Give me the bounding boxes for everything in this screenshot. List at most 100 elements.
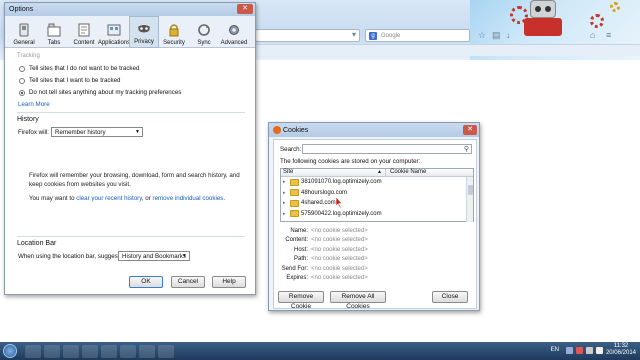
site-row[interactable]: ▸ 48hourslogo.com: [281, 188, 473, 199]
column-cookie-name[interactable]: Cookie Name: [386, 169, 426, 176]
taskbar-app[interactable]: [25, 344, 41, 358]
close-icon[interactable]: ✕: [237, 4, 253, 14]
language-indicator[interactable]: EN: [551, 347, 559, 353]
radio-button[interactable]: [19, 77, 25, 84]
cookies-title: Cookies: [283, 126, 309, 134]
chevron-down-icon: ▼: [135, 129, 140, 135]
location-suggest-value: History and Bookmarks: [122, 252, 186, 260]
detail-row: Send For: <no cookie selected>: [281, 265, 368, 272]
tab-label: Advanced: [220, 40, 248, 46]
tab-general[interactable]: General: [9, 16, 39, 48]
cookies-titlebar[interactable]: Cookies ✕: [269, 123, 479, 137]
download-icon[interactable]: ↓: [506, 30, 511, 40]
bookmarks-toolbar: [255, 44, 640, 56]
help-button[interactable]: Help: [212, 276, 246, 288]
taskbar-app[interactable]: [63, 344, 79, 358]
remove-cookies-link[interactable]: remove individual cookies: [153, 195, 224, 202]
taskbar-app[interactable]: [82, 344, 98, 358]
taskbar-apps: [25, 344, 174, 358]
expand-icon[interactable]: ▸: [283, 190, 288, 196]
folder-icon: [290, 210, 299, 218]
tab-privacy[interactable]: Privacy: [129, 16, 159, 48]
remove-cookie-button[interactable]: Remove Cookie: [278, 291, 324, 310]
cookie-site-tree[interactable]: Site ▲ Cookie Name ▸ 381091070.log.optim…: [280, 168, 474, 222]
location-suggest-select[interactable]: History and Bookmarks ▼: [118, 251, 190, 261]
taskbar-app[interactable]: [158, 344, 174, 358]
cookie-search-input[interactable]: ⚲: [302, 144, 472, 154]
cancel-button[interactable]: Cancel: [171, 276, 205, 288]
dropdown-icon[interactable]: ▾: [352, 30, 356, 39]
scrollbar-thumb[interactable]: [468, 185, 473, 195]
tab-tabs[interactable]: Tabs: [39, 16, 69, 48]
options-title: Options: [9, 6, 34, 13]
expand-icon[interactable]: ▸: [283, 211, 288, 217]
column-site[interactable]: Site ▲: [281, 169, 386, 176]
sort-arrow-icon: ▲: [377, 169, 382, 175]
tab-advanced[interactable]: Advanced: [219, 16, 249, 48]
applications-icon: [107, 24, 121, 36]
options-titlebar[interactable]: Options ✕: [5, 3, 255, 16]
menu-icon[interactable]: ≡: [606, 30, 611, 40]
tracking-option-none[interactable]: Do not tell sites anything about my trac…: [19, 89, 181, 96]
expand-icon[interactable]: ▸: [283, 179, 288, 185]
tray-icon[interactable]: [575, 346, 583, 354]
history-heading: History: [17, 116, 39, 123]
privacy-mask-icon: [138, 25, 150, 33]
radio-label: Do not tell sites anything about my trac…: [29, 89, 182, 96]
tab-applications[interactable]: Applications: [97, 16, 131, 48]
expand-icon[interactable]: ▸: [283, 200, 288, 206]
taskbar-app[interactable]: [101, 344, 117, 358]
radio-button[interactable]: [19, 65, 25, 72]
taskbar-app[interactable]: [44, 344, 60, 358]
radio-label: Tell sites that I want to be tracked: [29, 77, 121, 84]
sync-icon: [198, 24, 210, 36]
tab-content[interactable]: Content: [69, 16, 99, 48]
options-tab-bar: General Tabs Content Applications Privac…: [5, 16, 255, 48]
volume-icon[interactable]: [595, 346, 603, 354]
learn-more-link[interactable]: Learn More: [18, 101, 50, 108]
google-icon: g: [369, 31, 377, 40]
folder-icon: [290, 199, 299, 207]
site-label: 381091070.log.optimizely.com: [301, 179, 382, 186]
clock[interactable]: 11:32 20/06/2014: [606, 343, 636, 357]
network-icon[interactable]: [585, 346, 593, 354]
home-icon[interactable]: ⌂: [590, 30, 595, 40]
tracking-option-dnt[interactable]: Tell sites that I do not want to be trac…: [19, 65, 139, 72]
history-actions-line: You may want to clear your recent histor…: [29, 195, 226, 202]
tab-security[interactable]: Security: [159, 16, 189, 48]
firefox-icon: [273, 126, 281, 134]
tab-sync[interactable]: Sync: [189, 16, 219, 48]
site-row[interactable]: ▸ 4shared.com: [281, 198, 473, 209]
taskbar-app[interactable]: [120, 344, 136, 358]
site-row[interactable]: ▸ 381091070.log.optimizely.com: [281, 177, 473, 188]
radio-label: Tell sites that I do not want to be trac…: [29, 65, 140, 72]
site-row[interactable]: ▸ 575900422.log.optimizely.com: [281, 209, 473, 220]
site-label: 4shared.com: [301, 200, 336, 207]
search-icon: ⚲: [463, 146, 469, 153]
cookies-dialog: Cookies ✕ Search: ⚲ The following cookie…: [268, 122, 480, 311]
ok-button[interactable]: OK: [129, 276, 163, 288]
tracking-option-track[interactable]: Tell sites that I want to be tracked: [19, 77, 120, 84]
folder-icon: [290, 178, 299, 186]
tray-icon[interactable]: [565, 346, 573, 354]
bookmarks-icon[interactable]: ▤: [492, 30, 501, 41]
history-mode-select[interactable]: Remember history ▼: [51, 127, 143, 137]
tab-label: Applications: [97, 40, 131, 46]
star-icon[interactable]: ☆: [478, 30, 486, 41]
address-bar[interactable]: ▾: [255, 29, 360, 42]
stored-cookies-label: The following cookies are stored on your…: [280, 158, 421, 165]
clear-history-link[interactable]: clear your recent history: [76, 195, 142, 202]
site-label: 48hourslogo.com: [301, 189, 348, 196]
close-icon[interactable]: ✕: [463, 125, 477, 135]
close-button[interactable]: Close: [432, 291, 468, 303]
tree-scrollbar[interactable]: [466, 177, 473, 222]
detail-row: Path: <no cookie selected>: [293, 256, 368, 263]
detail-row: Expires: <no cookie selected>: [286, 275, 368, 282]
detail-row: Name: <no cookie selected>: [290, 227, 368, 234]
radio-button-selected[interactable]: [19, 89, 25, 96]
remove-all-cookies-button[interactable]: Remove All Cookies: [330, 291, 386, 310]
start-button[interactable]: [3, 344, 17, 358]
search-label: Search:: [280, 146, 302, 153]
taskbar-app[interactable]: [139, 344, 155, 358]
web-search-box[interactable]: g Google: [365, 29, 470, 42]
